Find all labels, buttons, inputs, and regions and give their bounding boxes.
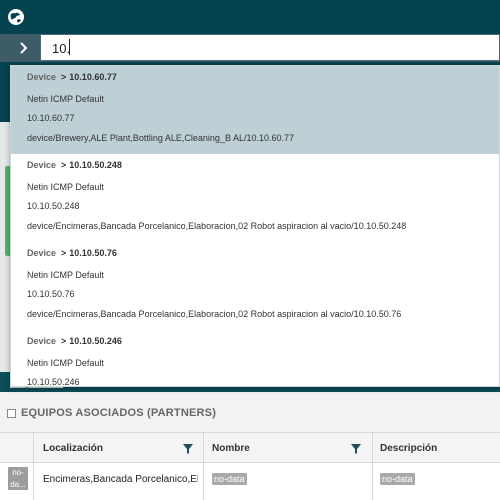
row-side-chip: da... <box>8 479 28 490</box>
column-header-nombre[interactable]: Nombre <box>212 443 250 454</box>
result-address: 10.10.50.248 <box>27 201 80 211</box>
result-address: 10.10.60.77 <box>27 113 75 123</box>
result-address: 10.10.50.246 <box>27 377 80 387</box>
result-path: device/Encimeras,Bancada Porcelanico,Ela… <box>27 309 402 319</box>
text-caret <box>69 39 70 55</box>
cell-descripcion-nodata: no-data <box>380 473 415 485</box>
globe-logo-icon[interactable] <box>7 8 25 26</box>
filter-funnel-icon[interactable] <box>351 444 361 454</box>
section-title: EQUIPOS ASOCIADOS (PARTNERS) <box>21 407 217 419</box>
cell-nombre-nodata: no-data <box>212 473 247 485</box>
result-breadcrumb: Device >10.10.50.76 <box>27 248 117 258</box>
search-result-item[interactable]: Device >10.10.50.246 Netin ICMP Default 1… <box>11 330 499 387</box>
breadcrumb-arrow-icon: > <box>61 248 67 258</box>
result-ip: 10.10.50.246 <box>69 336 122 346</box>
chevron-right-icon[interactable] <box>17 40 31 56</box>
breadcrumb-arrow-icon: > <box>61 336 67 346</box>
filter-funnel-icon[interactable] <box>183 444 193 454</box>
result-type: Device <box>27 160 57 170</box>
result-profile: Netin ICMP Default <box>27 182 104 192</box>
search-result-item[interactable]: Device >10.10.50.248 Netin ICMP Default 1… <box>11 154 499 242</box>
result-breadcrumb: Device >10.10.60.77 <box>27 72 117 82</box>
column-header-localizacion[interactable]: Localización <box>43 443 103 454</box>
result-profile: Netin ICMP Default <box>27 94 104 104</box>
result-ip: 10.10.50.76 <box>69 248 117 258</box>
result-address: 10.10.50.76 <box>27 289 75 299</box>
result-type: Device <box>27 72 57 82</box>
search-result-item[interactable]: Device >10.10.50.76 Netin ICMP Default 10… <box>11 242 499 330</box>
result-profile: Netin ICMP Default <box>27 270 104 280</box>
result-breadcrumb: Device >10.10.50.246 <box>27 336 122 346</box>
result-ip: 10.10.50.248 <box>69 160 122 170</box>
result-type: Device <box>27 248 57 258</box>
result-type: Device <box>27 336 57 346</box>
search-result-item[interactable]: Device >10.10.60.77 Netin ICMP Default 10… <box>11 66 499 154</box>
column-separator <box>33 432 34 500</box>
breadcrumb-arrow-icon: > <box>61 72 67 82</box>
column-header-descripcion[interactable]: Descripción <box>380 443 437 454</box>
result-ip: 10.10.60.77 <box>69 72 117 82</box>
column-separator <box>203 432 204 500</box>
search-input[interactable] <box>40 34 500 61</box>
section-collapse-checkbox[interactable] <box>7 409 16 418</box>
top-bar <box>0 0 500 34</box>
result-breadcrumb: Device >10.10.50.248 <box>27 160 122 170</box>
cell-localizacion: Encimeras,Bancada Porcelanico,Ela... <box>43 474 198 485</box>
result-profile: Netin ICMP Default <box>27 358 104 368</box>
column-separator <box>372 432 373 500</box>
breadcrumb-arrow-icon: > <box>61 160 67 170</box>
result-path: device/Brewery,ALE Plant,Bottling ALE,Cl… <box>27 133 295 143</box>
search-results-dropdown: Device >10.10.60.77 Netin ICMP Default 10… <box>10 65 500 387</box>
result-path: device/Encimeras,Bancada Porcelanico,Ela… <box>27 221 407 231</box>
